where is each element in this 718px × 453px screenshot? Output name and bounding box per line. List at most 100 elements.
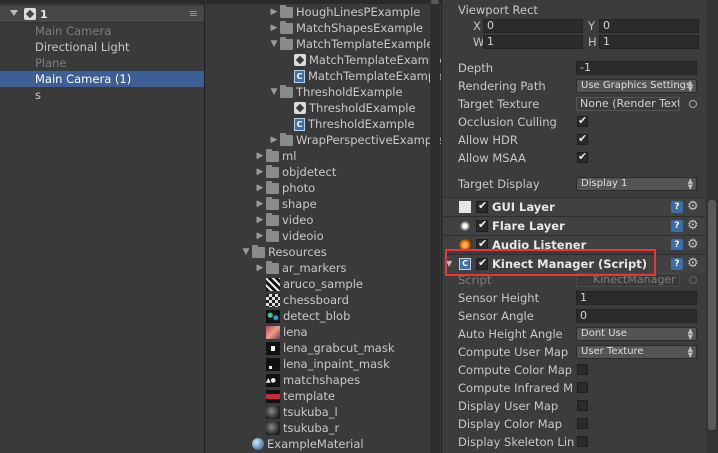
- project-item[interactable]: C ThresholdExample: [282, 116, 415, 132]
- expand-arrow-icon[interactable]: ▼: [268, 36, 280, 52]
- sensor-height-field[interactable]: 1: [576, 291, 697, 305]
- project-item[interactable]: ▶ HoughLinesPExample: [268, 4, 420, 20]
- project-scrollbar[interactable]: [430, 0, 440, 453]
- scene-menu-icon[interactable]: ≡: [189, 7, 198, 20]
- project-item[interactable]: ▶ videoio: [254, 228, 324, 244]
- project-item[interactable]: ▼ MatchTemplateExample: [268, 36, 433, 52]
- object-picker-icon[interactable]: [689, 100, 697, 108]
- expand-arrow-icon[interactable]: ▶: [254, 196, 266, 212]
- auto-height-angle-dropdown[interactable]: Dont Use ▲ ▼: [576, 327, 697, 341]
- compute-color-map-checkbox[interactable]: [577, 364, 588, 375]
- component-gui-layer[interactable]: GUI Layer ? ⚙: [443, 197, 705, 216]
- component-enable-checkbox[interactable]: [476, 237, 488, 250]
- dropdown-arrows-icon: ▲ ▼: [687, 177, 693, 191]
- project-item[interactable]: matchshapes: [254, 372, 361, 389]
- project-item[interactable]: template: [254, 388, 335, 404]
- expand-arrow-icon[interactable]: [10, 10, 18, 16]
- hierarchy-item[interactable]: Plane: [0, 55, 204, 71]
- project-item[interactable]: ▶ ml: [254, 148, 296, 164]
- component-enable-checkbox[interactable]: [476, 218, 488, 232]
- component-kinect-manager[interactable]: ▼ C Kinect Manager (Script) ? ⚙: [443, 254, 705, 273]
- gear-icon[interactable]: ⚙: [687, 256, 699, 271]
- project-item-label: matchshapes: [283, 373, 361, 387]
- project-item[interactable]: ▶ shape: [254, 196, 317, 212]
- expand-arrow-icon[interactable]: ▶: [268, 4, 280, 20]
- project-item[interactable]: tsukuba_l: [254, 404, 338, 420]
- scrollbar-thumb[interactable]: [431, 0, 439, 4]
- display-user-map-checkbox[interactable]: [577, 400, 588, 411]
- compute-infrared-checkbox[interactable]: [577, 382, 588, 393]
- project-item[interactable]: ▶ objdetect: [254, 164, 336, 180]
- project-item[interactable]: ▶ ar_markers: [254, 260, 347, 276]
- project-item[interactable]: tsukuba_r: [254, 420, 339, 436]
- project-item[interactable]: lena: [254, 324, 308, 340]
- rendering-path-dropdown[interactable]: Use Graphics Settings ▲ ▼: [576, 79, 697, 93]
- scene-header[interactable]: 1 ≡: [0, 6, 204, 23]
- project-item[interactable]: C MatchTemplateExample: [282, 68, 442, 84]
- target-texture-field[interactable]: None (Render Texture): [576, 97, 680, 111]
- expand-arrow-icon[interactable]: ▼: [240, 244, 252, 260]
- gear-icon[interactable]: ⚙: [687, 237, 699, 250]
- expand-arrow-icon[interactable]: ▶: [254, 260, 266, 276]
- help-icon[interactable]: ?: [671, 239, 683, 250]
- expand-arrow-icon[interactable]: ▶: [268, 132, 280, 148]
- gear-icon[interactable]: ⚙: [687, 218, 699, 233]
- project-item[interactable]: ▼ ThresholdExample: [268, 84, 403, 100]
- project-item[interactable]: ▶ WrapPerspectiveExample: [268, 132, 441, 148]
- component-flare-layer[interactable]: Flare Layer ? ⚙: [443, 216, 705, 235]
- display-color-map-checkbox[interactable]: [577, 418, 588, 429]
- project-item[interactable]: ▼ Resources: [240, 244, 327, 260]
- help-icon[interactable]: ?: [671, 258, 683, 270]
- auto-height-angle-value: Dont Use: [581, 328, 627, 339]
- project-item[interactable]: ▶ video: [254, 212, 313, 228]
- project-item[interactable]: lena_inpaint_mask: [254, 356, 390, 372]
- expand-arrow-icon[interactable]: ▼: [268, 84, 280, 100]
- project-item-label: MatchTemplateExample: [308, 69, 442, 83]
- expand-arrow-icon[interactable]: ▶: [254, 212, 266, 228]
- component-audio-listener[interactable]: Audio Listener ? ⚙: [443, 235, 705, 250]
- project-item[interactable]: ▶ MatchShapesExample: [268, 20, 423, 36]
- hierarchy-item[interactable]: s: [0, 87, 204, 103]
- allow-msaa-checkbox[interactable]: [577, 150, 588, 163]
- expand-arrow-icon[interactable]: ▶: [254, 228, 266, 244]
- help-icon[interactable]: ?: [671, 220, 683, 232]
- scrollbar-thumb[interactable]: [708, 200, 716, 430]
- project-item[interactable]: aruco_sample: [254, 276, 363, 292]
- project-item[interactable]: chessboard: [254, 292, 349, 308]
- hierarchy-item[interactable]: Directional Light: [0, 39, 204, 55]
- display-skeleton-checkbox[interactable]: [577, 436, 588, 447]
- allow-hdr-checkbox[interactable]: [577, 132, 588, 145]
- expand-arrow-icon[interactable]: ▶: [254, 148, 266, 164]
- viewport-y-field[interactable]: 0: [599, 19, 699, 33]
- occlusion-culling-checkbox[interactable]: [577, 114, 588, 127]
- project-item[interactable]: ThresholdExample: [282, 100, 416, 116]
- hierarchy-item[interactable]: Main Camera: [0, 23, 204, 39]
- project-item[interactable]: ▶ photo: [254, 180, 315, 196]
- project-item[interactable]: detect_blob: [254, 308, 350, 324]
- compute-user-map-dropdown[interactable]: User Texture ▲ ▼: [576, 345, 697, 359]
- hierarchy-item-selected[interactable]: Main Camera (1): [0, 71, 204, 87]
- target-display-dropdown[interactable]: Display 1 ▲ ▼: [576, 177, 697, 191]
- expand-arrow-icon[interactable]: ▶: [254, 164, 266, 180]
- hierarchy-toolbar: [0, 0, 204, 4]
- project-item-label: videoio: [282, 229, 324, 243]
- component-enable-checkbox[interactable]: [476, 199, 488, 213]
- expand-arrow-icon[interactable]: ▶: [268, 20, 280, 36]
- project-item[interactable]: MatchTemplateExample: [282, 52, 441, 68]
- sensor-angle-field[interactable]: 0: [576, 309, 697, 323]
- collapse-arrow-icon[interactable]: ▼: [446, 259, 452, 268]
- viewport-x-label: X: [473, 19, 481, 33]
- project-item[interactable]: ExampleMaterial: [240, 436, 364, 452]
- folder-icon: [252, 244, 265, 258]
- expand-arrow-icon[interactable]: ▶: [254, 180, 266, 196]
- viewport-w-field[interactable]: 1: [483, 35, 583, 49]
- viewport-x-field[interactable]: 0: [483, 19, 583, 33]
- texture-template-icon: [266, 389, 280, 403]
- inspector-scrollbar[interactable]: [706, 0, 718, 453]
- depth-field[interactable]: -1: [576, 61, 697, 75]
- project-item[interactable]: lena_grabcut_mask: [254, 340, 395, 356]
- help-icon[interactable]: ?: [671, 201, 683, 213]
- gear-icon[interactable]: ⚙: [687, 199, 699, 214]
- component-enable-checkbox[interactable]: [476, 256, 488, 270]
- viewport-h-field[interactable]: 1: [599, 35, 699, 49]
